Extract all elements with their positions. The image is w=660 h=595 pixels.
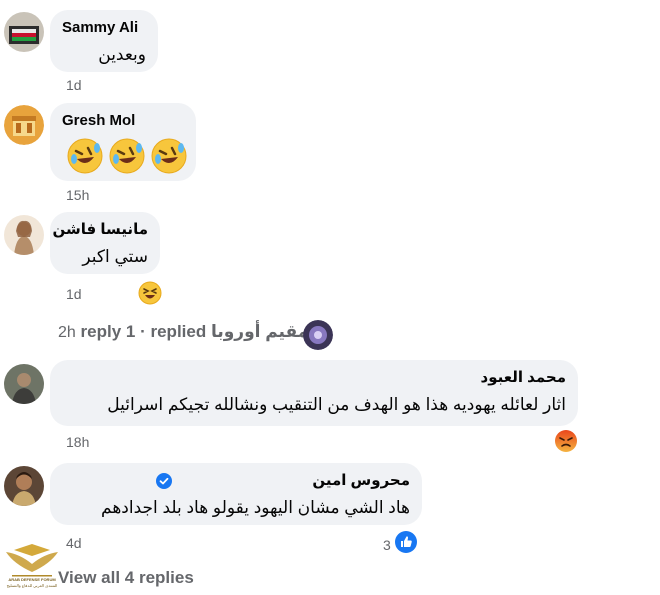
comment-text: هاد الشي مشان اليهود يقولو هاد بلد اجداد… <box>101 498 410 517</box>
rofl-emoji-icon <box>109 138 145 174</box>
avatar[interactable] <box>303 320 333 350</box>
laughing-reaction-icon[interactable] <box>138 281 162 305</box>
comment-bubble: محمد العبود اثار لعائله يهوديه هذا هو ال… <box>50 360 578 426</box>
comment-author[interactable]: محروس امين <box>312 471 410 491</box>
comment-time[interactable]: 18h <box>66 434 89 450</box>
watermark-logo: ARAB DEFENSE FORUM المنتدى العربي للدفاع… <box>4 542 60 590</box>
rofl-emoji-icon <box>67 138 103 174</box>
avatar[interactable] <box>4 215 44 255</box>
watermark-text-en: ARAB DEFENSE FORUM <box>8 577 56 582</box>
comment-time[interactable]: 1d <box>66 286 82 302</box>
comment-text: اثار لعائله يهوديه هذا هو الهدف من التنق… <box>107 395 566 414</box>
reply-count[interactable]: reply 1 <box>81 322 136 341</box>
angry-reaction-icon[interactable] <box>554 429 578 453</box>
watermark-text-ar: المنتدى العربي للدفاع والتسليح <box>6 583 58 588</box>
view-all-replies-link[interactable]: View all 4 replies <box>58 568 194 588</box>
rofl-emoji-icon <box>151 138 187 174</box>
comment-bubble: مانيسا فاشن ستي اكبر <box>50 212 160 274</box>
comment-author[interactable]: Gresh Mol <box>62 111 184 131</box>
comment-author[interactable]: مانيسا فاشن <box>53 220 148 240</box>
verified-badge-icon <box>156 473 172 489</box>
avatar[interactable] <box>4 364 44 404</box>
reply-separator: · <box>140 322 146 341</box>
reply-summary[interactable]: 2h reply 1 · replied مقيم أوروبا <box>58 322 308 342</box>
avatar[interactable] <box>4 105 44 145</box>
comment-text: ستي اكبر <box>82 247 148 266</box>
replied-label: replied <box>150 322 207 341</box>
reply-meta-time: 2h <box>58 324 76 341</box>
reaction-count[interactable]: 3 <box>383 537 391 553</box>
like-reaction-icon[interactable] <box>394 530 418 554</box>
avatar[interactable] <box>4 12 44 52</box>
comment-time[interactable]: 4d <box>66 535 82 551</box>
comment-author[interactable]: محمد العبود <box>62 368 566 388</box>
comment-time[interactable]: 15h <box>66 187 89 203</box>
comment-author[interactable]: Sammy Ali <box>62 18 146 38</box>
avatar[interactable] <box>4 466 44 506</box>
comment-text: وبعدين <box>98 45 146 64</box>
comment-bubble: محروس امين هاد الشي مشان اليهود يقولو ها… <box>50 463 422 525</box>
comment-time[interactable]: 1d <box>66 77 82 93</box>
comment-bubble: Sammy Ali وبعدين <box>50 10 158 72</box>
reply-author[interactable]: مقيم أوروبا <box>211 322 308 341</box>
comment-bubble: Gresh Mol <box>50 103 196 181</box>
